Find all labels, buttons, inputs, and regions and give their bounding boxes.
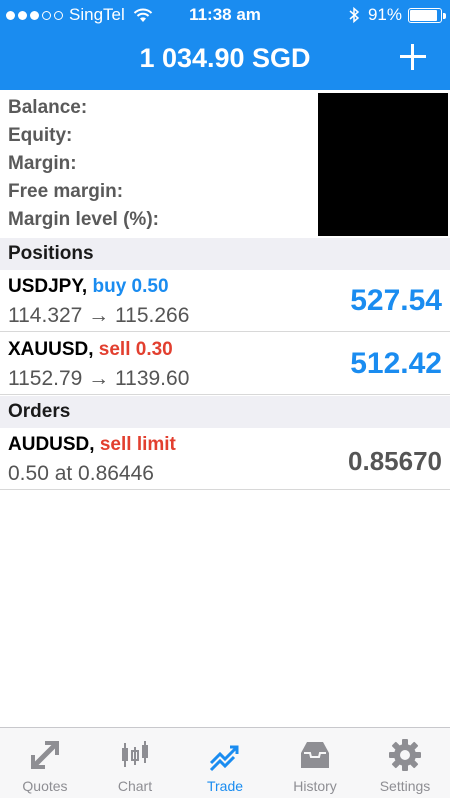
free-margin-label: Free margin:	[8, 181, 124, 202]
equity-label: Equity:	[8, 125, 73, 146]
tab-label: History	[293, 778, 337, 794]
order-detail: 0.50 at 0.86446	[8, 462, 154, 485]
position-symbol: XAUUSD,	[8, 339, 94, 360]
tab-label: Settings	[379, 778, 431, 794]
position-action: buy 0.50	[92, 276, 169, 297]
orders-header: Orders	[0, 396, 450, 428]
tab-trade[interactable]: Trade	[180, 728, 270, 798]
margin-label: Margin:	[8, 153, 77, 174]
tab-label: Trade	[206, 778, 244, 794]
tab-label: Quotes	[22, 778, 68, 794]
position-symbol: USDJPY,	[8, 276, 88, 297]
trade-icon	[209, 745, 239, 772]
page-title: 1 034.90 SGD	[139, 43, 311, 73]
header: SingTel 11:38 am 91% 1 034.90 SGD	[0, 0, 450, 90]
plus-icon[interactable]	[398, 42, 428, 72]
chart-icon	[122, 741, 148, 767]
order-row[interactable]: AUDUSD, sell limit 0.50 at 0.86446 0.856…	[0, 428, 450, 490]
history-icon	[301, 742, 329, 768]
status-bar: SingTel 11:38 am 91%	[0, 0, 450, 32]
position-prices: 1152.79 → 1139.60	[8, 367, 190, 390]
position-prices: 114.327 → 115.266	[8, 304, 190, 327]
position-profit: 512.42	[350, 347, 442, 380]
order-symbol: AUDUSD,	[8, 434, 95, 455]
position-profit: 527.54	[350, 284, 442, 317]
position-row[interactable]: XAUUSD, sell 0.30 1152.79 → 1139.60 512.…	[0, 333, 450, 395]
tab-settings[interactable]: Settings	[360, 728, 450, 798]
battery-icon	[408, 7, 446, 23]
orders-header-label: Orders	[8, 401, 71, 422]
positions-header: Positions	[0, 238, 450, 270]
margin-level-label: Margin level (%):	[8, 209, 159, 230]
tab-label: Chart	[117, 778, 153, 794]
positions-header-label: Positions	[8, 243, 94, 264]
bluetooth-icon	[349, 6, 360, 24]
position-row[interactable]: USDJPY, buy 0.50 114.327 → 115.266 527.5…	[0, 270, 450, 332]
redacted-values	[318, 93, 448, 236]
order-action: sell limit	[99, 434, 176, 455]
tab-history[interactable]: History	[270, 728, 360, 798]
order-price: 0.85670	[348, 446, 442, 476]
account-summary: Balance: Equity: Margin: Free margin: Ma…	[0, 90, 450, 238]
balance-label: Balance:	[8, 97, 88, 118]
tab-bar: Quotes Chart Trade History Settings	[0, 727, 450, 798]
settings-icon	[389, 739, 421, 771]
position-action: sell 0.30	[98, 339, 173, 360]
quotes-icon	[31, 741, 59, 769]
battery-percent: 91%	[367, 5, 402, 24]
tab-chart[interactable]: Chart	[90, 728, 180, 798]
tab-quotes[interactable]: Quotes	[0, 728, 90, 798]
